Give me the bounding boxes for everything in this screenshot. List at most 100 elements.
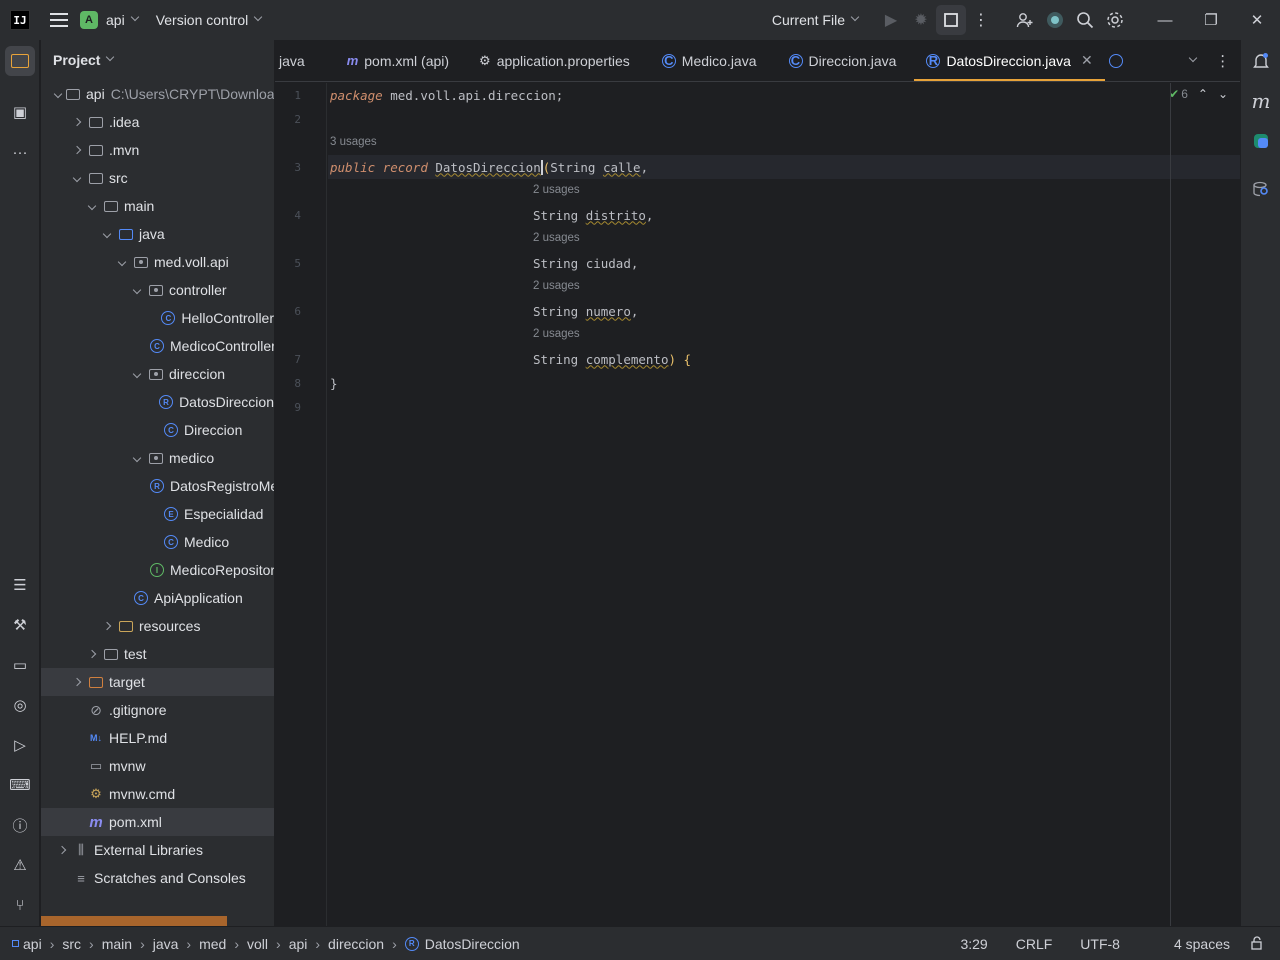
tree-item[interactable]: resources [41, 612, 274, 640]
tree-item[interactable]: ▭ mvnw [41, 752, 274, 780]
tree-item[interactable]: main [41, 192, 274, 220]
run-config-selector[interactable]: Current File [764, 12, 860, 28]
run-dashboard-icon[interactable]: ◎ [5, 690, 35, 720]
tree-item[interactable]: C HelloController [41, 304, 274, 332]
tree-item[interactable]: target [41, 668, 274, 696]
spring-ai-icon[interactable] [1246, 126, 1276, 156]
tree-item[interactable]: ⚙ mvnw.cmd [41, 780, 274, 808]
main-menu-icon[interactable] [50, 13, 68, 27]
chevron-down-icon[interactable] [70, 171, 84, 185]
usages-hint[interactable]: 2 usages [533, 328, 580, 340]
debug-icon[interactable]: ✹ [906, 5, 936, 35]
tree-item[interactable]: controller [41, 276, 274, 304]
services-icon[interactable]: ▭ [5, 650, 35, 680]
chevron-right-icon[interactable] [70, 115, 84, 129]
search-icon[interactable] [1070, 5, 1100, 35]
terminal-icon[interactable]: ⌨ [5, 770, 35, 800]
tree-item[interactable]: ⫼ External Libraries [41, 836, 274, 864]
todo-list-icon[interactable]: ☰ [5, 570, 35, 600]
file-encoding[interactable]: UTF-8 [1066, 936, 1160, 952]
usages-hint[interactable]: 2 usages [533, 280, 580, 292]
tree-item[interactable]: direccion [41, 360, 274, 388]
stop-icon[interactable] [936, 5, 966, 35]
breadcrumb-item[interactable]: java [153, 936, 179, 952]
tab-application-properties[interactable]: ⚙ application.properties [467, 40, 642, 81]
chevron-down-icon[interactable] [100, 227, 114, 241]
tree-item[interactable]: I MedicoRepository [41, 556, 274, 584]
breadcrumb-item[interactable]: direccion [328, 936, 384, 952]
run-icon[interactable]: ▶ [876, 5, 906, 35]
restore-icon[interactable]: ❐ [1188, 0, 1234, 40]
tree-item[interactable]: ⊘ .gitignore [41, 696, 274, 724]
vcs-widget[interactable]: Version control [148, 12, 263, 28]
project-panel-header[interactable]: Project [41, 40, 274, 80]
tab-pom-xml[interactable]: m pom.xml (api) [335, 40, 461, 81]
tree-item[interactable]: R DatosDireccion [41, 388, 274, 416]
chevron-right-icon[interactable] [85, 647, 99, 661]
warning-icon[interactable]: ⚠ [5, 850, 35, 880]
close-tab-icon[interactable]: ✕ [1081, 52, 1093, 69]
tree-item[interactable]: ≡ Scratches and Consoles [41, 864, 274, 892]
tree-item[interactable]: C Direccion [41, 416, 274, 444]
usages-hint[interactable]: 2 usages [533, 184, 580, 196]
breadcrumb-item[interactable]: med [199, 936, 226, 952]
tree-item[interactable]: .idea [41, 108, 274, 136]
project-switcher[interactable]: api [98, 12, 139, 28]
git-branch-icon[interactable]: ⑂ [5, 890, 35, 920]
tree-item[interactable]: .mvn [41, 136, 274, 164]
breadcrumb-item[interactable]: voll [247, 936, 268, 952]
tab-datosdireccion-java[interactable]: R DatosDireccion.java ✕ [914, 40, 1105, 81]
chevron-down-icon[interactable] [130, 451, 144, 465]
tab-direccion-java[interactable]: C Direccion.java [777, 40, 909, 81]
maven-tool-icon[interactable]: m [1246, 86, 1276, 116]
tab-options-icon[interactable]: ⋮ [1215, 52, 1230, 70]
code-editor[interactable]: 1 2 3 4 5 6 7 8 9 ✔ 6 ⌃ ⌄ package med.vo… [275, 83, 1240, 926]
breadcrumb-item[interactable]: R DatosDireccion [404, 936, 520, 952]
caret-position[interactable]: 3:29 [946, 936, 1001, 952]
add-user-icon[interactable] [1010, 5, 1040, 35]
inspection-widget[interactable]: ✔ 6 ⌃ ⌄ [1169, 87, 1228, 101]
tree-item[interactable]: java [41, 220, 274, 248]
tab-overflow-partial[interactable] [1105, 40, 1127, 81]
next-highlight-icon[interactable]: ⌄ [1218, 87, 1228, 101]
chevron-right-icon[interactable] [55, 843, 69, 857]
ai-assistant-icon[interactable] [1040, 5, 1070, 35]
tree-item[interactable]: m pom.xml [41, 808, 274, 836]
previous-highlight-icon[interactable]: ⌃ [1198, 87, 1208, 101]
line-ending[interactable]: CRLF [1002, 936, 1067, 952]
tree-item[interactable]: R DatosRegistroMedico [41, 472, 274, 500]
settings-gear-icon[interactable] [1100, 5, 1130, 35]
breadcrumb-item[interactable]: api [12, 936, 42, 952]
usages-hint[interactable]: 2 usages [533, 232, 580, 244]
chevron-down-icon[interactable] [85, 199, 99, 213]
problems-icon[interactable]: ⓘ [5, 810, 35, 840]
notifications-bell-icon[interactable] [1246, 46, 1276, 76]
tab-java-partial[interactable]: java [275, 40, 317, 81]
breadcrumb-item[interactable]: api [289, 936, 308, 952]
chevron-right-icon[interactable] [70, 675, 84, 689]
tree-item[interactable]: api C:\Users\CRYPT\Downloads [41, 80, 274, 108]
tree-item[interactable]: med.voll.api [41, 248, 274, 276]
chevron-right-icon[interactable] [70, 143, 84, 157]
tree-item[interactable]: test [41, 640, 274, 668]
chevron-down-icon[interactable] [130, 367, 144, 381]
tree-item[interactable]: medico [41, 444, 274, 472]
structure-tool-icon[interactable]: ▣ [5, 97, 35, 127]
project-tool-icon[interactable] [5, 46, 35, 76]
chevron-down-icon[interactable] [115, 255, 129, 269]
tree-item[interactable]: C MedicoController [41, 332, 274, 360]
chevron-down-icon[interactable] [130, 283, 144, 297]
lock-icon[interactable] [1244, 935, 1280, 953]
line-number-gutter[interactable]: 1 2 3 4 5 6 7 8 9 [275, 83, 327, 926]
minimize-icon[interactable]: — [1142, 0, 1188, 40]
tree-item[interactable]: E Especialidad [41, 500, 274, 528]
indent-setting[interactable]: 4 spaces [1160, 936, 1244, 952]
run-tool-icon[interactable]: ▷ [5, 730, 35, 760]
more-actions-icon[interactable]: ⋮ [966, 5, 996, 35]
intellij-logo-icon[interactable]: IJ [10, 10, 30, 30]
horizontal-scrollbar[interactable] [41, 916, 227, 926]
tree-item[interactable]: src [41, 164, 274, 192]
chevron-down-icon[interactable] [53, 87, 63, 101]
more-tools-icon[interactable]: ··· [5, 137, 35, 167]
breadcrumb-item[interactable]: main [102, 936, 132, 952]
